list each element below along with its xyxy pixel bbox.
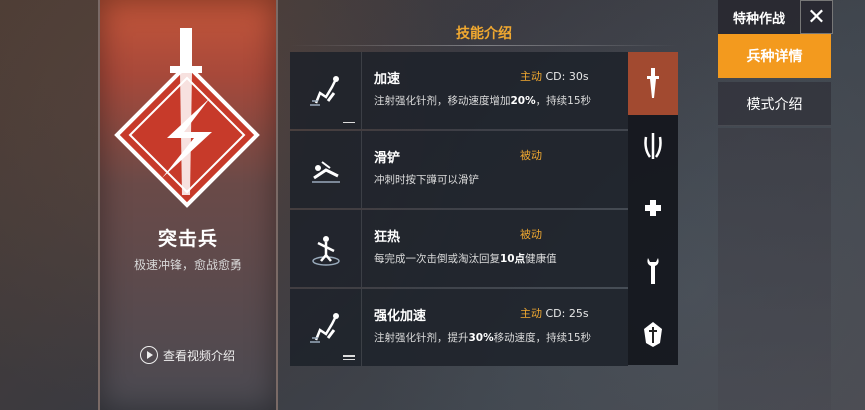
skill-name: 滑铲 xyxy=(374,151,401,166)
slide-icon xyxy=(311,160,340,183)
wrench-icon xyxy=(647,258,659,285)
skill-name: 强化加速 xyxy=(374,309,427,324)
skill-info: 滑铲 被动 冲刺时按下蹲可以滑铲 xyxy=(362,131,628,208)
skill-desc-highlight: 30% xyxy=(468,332,494,344)
menu-item-class-details[interactable]: 兵种详情 xyxy=(718,34,831,78)
assault-emblem-icon xyxy=(114,28,260,208)
syringe-runner-icon xyxy=(309,75,339,106)
skill-desc-text: 注射强化针剂，移动速度增加 xyxy=(374,95,511,107)
skill-desc-text: 注射强化针剂，提升 xyxy=(374,332,469,344)
menu-title: 特种作战 xyxy=(718,0,800,34)
skill-description: 每完成一次击倒或淘汰回复10点健康值 xyxy=(374,251,628,266)
claw-icon xyxy=(644,132,662,159)
skill-desc-highlight: 10点 xyxy=(500,253,526,265)
plus-icon xyxy=(645,200,661,217)
skill-row[interactable]: 滑铲 被动 冲刺时按下蹲可以滑铲 xyxy=(290,131,628,208)
skill-desc-text: 移动速度，持续15秒 xyxy=(493,332,592,344)
skill-level-mark xyxy=(343,120,355,123)
skill-info: 狂热 被动 每完成一次击倒或淘汰回复10点健康值 xyxy=(362,210,628,287)
skill-type: 主动 CD: 25s xyxy=(520,305,589,321)
right-menu: 特种作战 ✕ 兵种详情 模式介绍 xyxy=(718,0,865,410)
skills-title: 技能介绍 xyxy=(456,26,512,42)
view-video-button[interactable]: 查看视频介绍 xyxy=(140,346,235,364)
skill-type-label: 主动 xyxy=(520,307,542,320)
close-button[interactable]: ✕ xyxy=(800,0,833,34)
view-video-label: 查看视频介绍 xyxy=(163,348,236,363)
menu-background xyxy=(718,128,831,410)
skill-desc-text: ，持续15秒 xyxy=(535,95,592,107)
equipment-column xyxy=(628,52,678,365)
skill-type: 被动 xyxy=(520,226,542,242)
skill-info: 强化加速 主动 CD: 25s 注射强化针剂，提升30%移动速度，持续15秒 xyxy=(362,289,628,366)
skill-type: 被动 xyxy=(520,147,542,163)
skill-description: 注射强化针剂，移动速度增加20%，持续15秒 xyxy=(374,93,628,108)
skill-row[interactable]: 加速 主动 CD: 30s 注射强化针剂，移动速度增加20%，持续15秒 xyxy=(290,52,628,129)
class-motto: 极速冲锋，愈战愈勇 xyxy=(133,258,242,272)
equip-slot-dagger[interactable] xyxy=(628,52,678,115)
equip-slot-wrench[interactable] xyxy=(628,240,678,303)
equip-slot-medkit[interactable] xyxy=(628,177,678,240)
skill-icon-box xyxy=(290,210,362,287)
class-name: 突击兵 xyxy=(157,228,218,250)
enhanced-syringe-icon xyxy=(309,312,339,343)
skill-row[interactable]: 强化加速 主动 CD: 25s 注射强化针剂，提升30%移动速度，持续15秒 xyxy=(290,289,628,366)
skill-type-label: 被动 xyxy=(520,228,542,241)
title-divider xyxy=(290,45,678,46)
equip-slot-claw[interactable] xyxy=(628,115,678,178)
class-card: 突击兵 极速冲锋，愈战愈勇 查看视频介绍 xyxy=(98,0,278,410)
skill-level-mark xyxy=(343,353,355,360)
helmet-icon xyxy=(644,321,662,347)
skill-cd: CD: 30s xyxy=(545,70,589,83)
play-icon xyxy=(140,346,158,364)
skill-description: 注射强化针剂，提升30%移动速度，持续15秒 xyxy=(374,330,628,345)
skill-desc-text: 每完成一次击倒或淘汰回复 xyxy=(374,253,500,265)
close-icon: ✕ xyxy=(807,4,826,30)
skill-description: 冲刺时按下蹲可以滑铲 xyxy=(374,172,628,187)
skill-cd: CD: 25s xyxy=(545,307,589,320)
skill-desc-highlight: 20% xyxy=(510,95,536,107)
skill-icon-box xyxy=(290,289,362,366)
skill-row[interactable]: 狂热 被动 每完成一次击倒或淘汰回复10点健康值 xyxy=(290,210,628,287)
skill-icon-box xyxy=(290,131,362,208)
skill-info: 加速 主动 CD: 30s 注射强化针剂，移动速度增加20%，持续15秒 xyxy=(362,52,628,129)
skill-name: 加速 xyxy=(374,72,401,87)
skill-icon-box xyxy=(290,52,362,129)
fervor-icon xyxy=(311,235,340,266)
skill-type-label: 被动 xyxy=(520,149,542,162)
skill-list: 加速 主动 CD: 30s 注射强化针剂，移动速度增加20%，持续15秒 滑铲 … xyxy=(290,52,628,368)
skill-name: 狂热 xyxy=(374,230,401,245)
skill-type: 主动 CD: 30s xyxy=(520,68,589,84)
skill-type-label: 主动 xyxy=(520,70,542,83)
dagger-icon xyxy=(647,68,659,99)
skill-desc-text: 健康值 xyxy=(525,253,557,265)
skill-desc-text: 冲刺时按下蹲可以滑铲 xyxy=(374,174,479,186)
equip-slot-armor[interactable] xyxy=(628,302,678,365)
menu-item-mode-intro[interactable]: 模式介绍 xyxy=(718,82,831,126)
